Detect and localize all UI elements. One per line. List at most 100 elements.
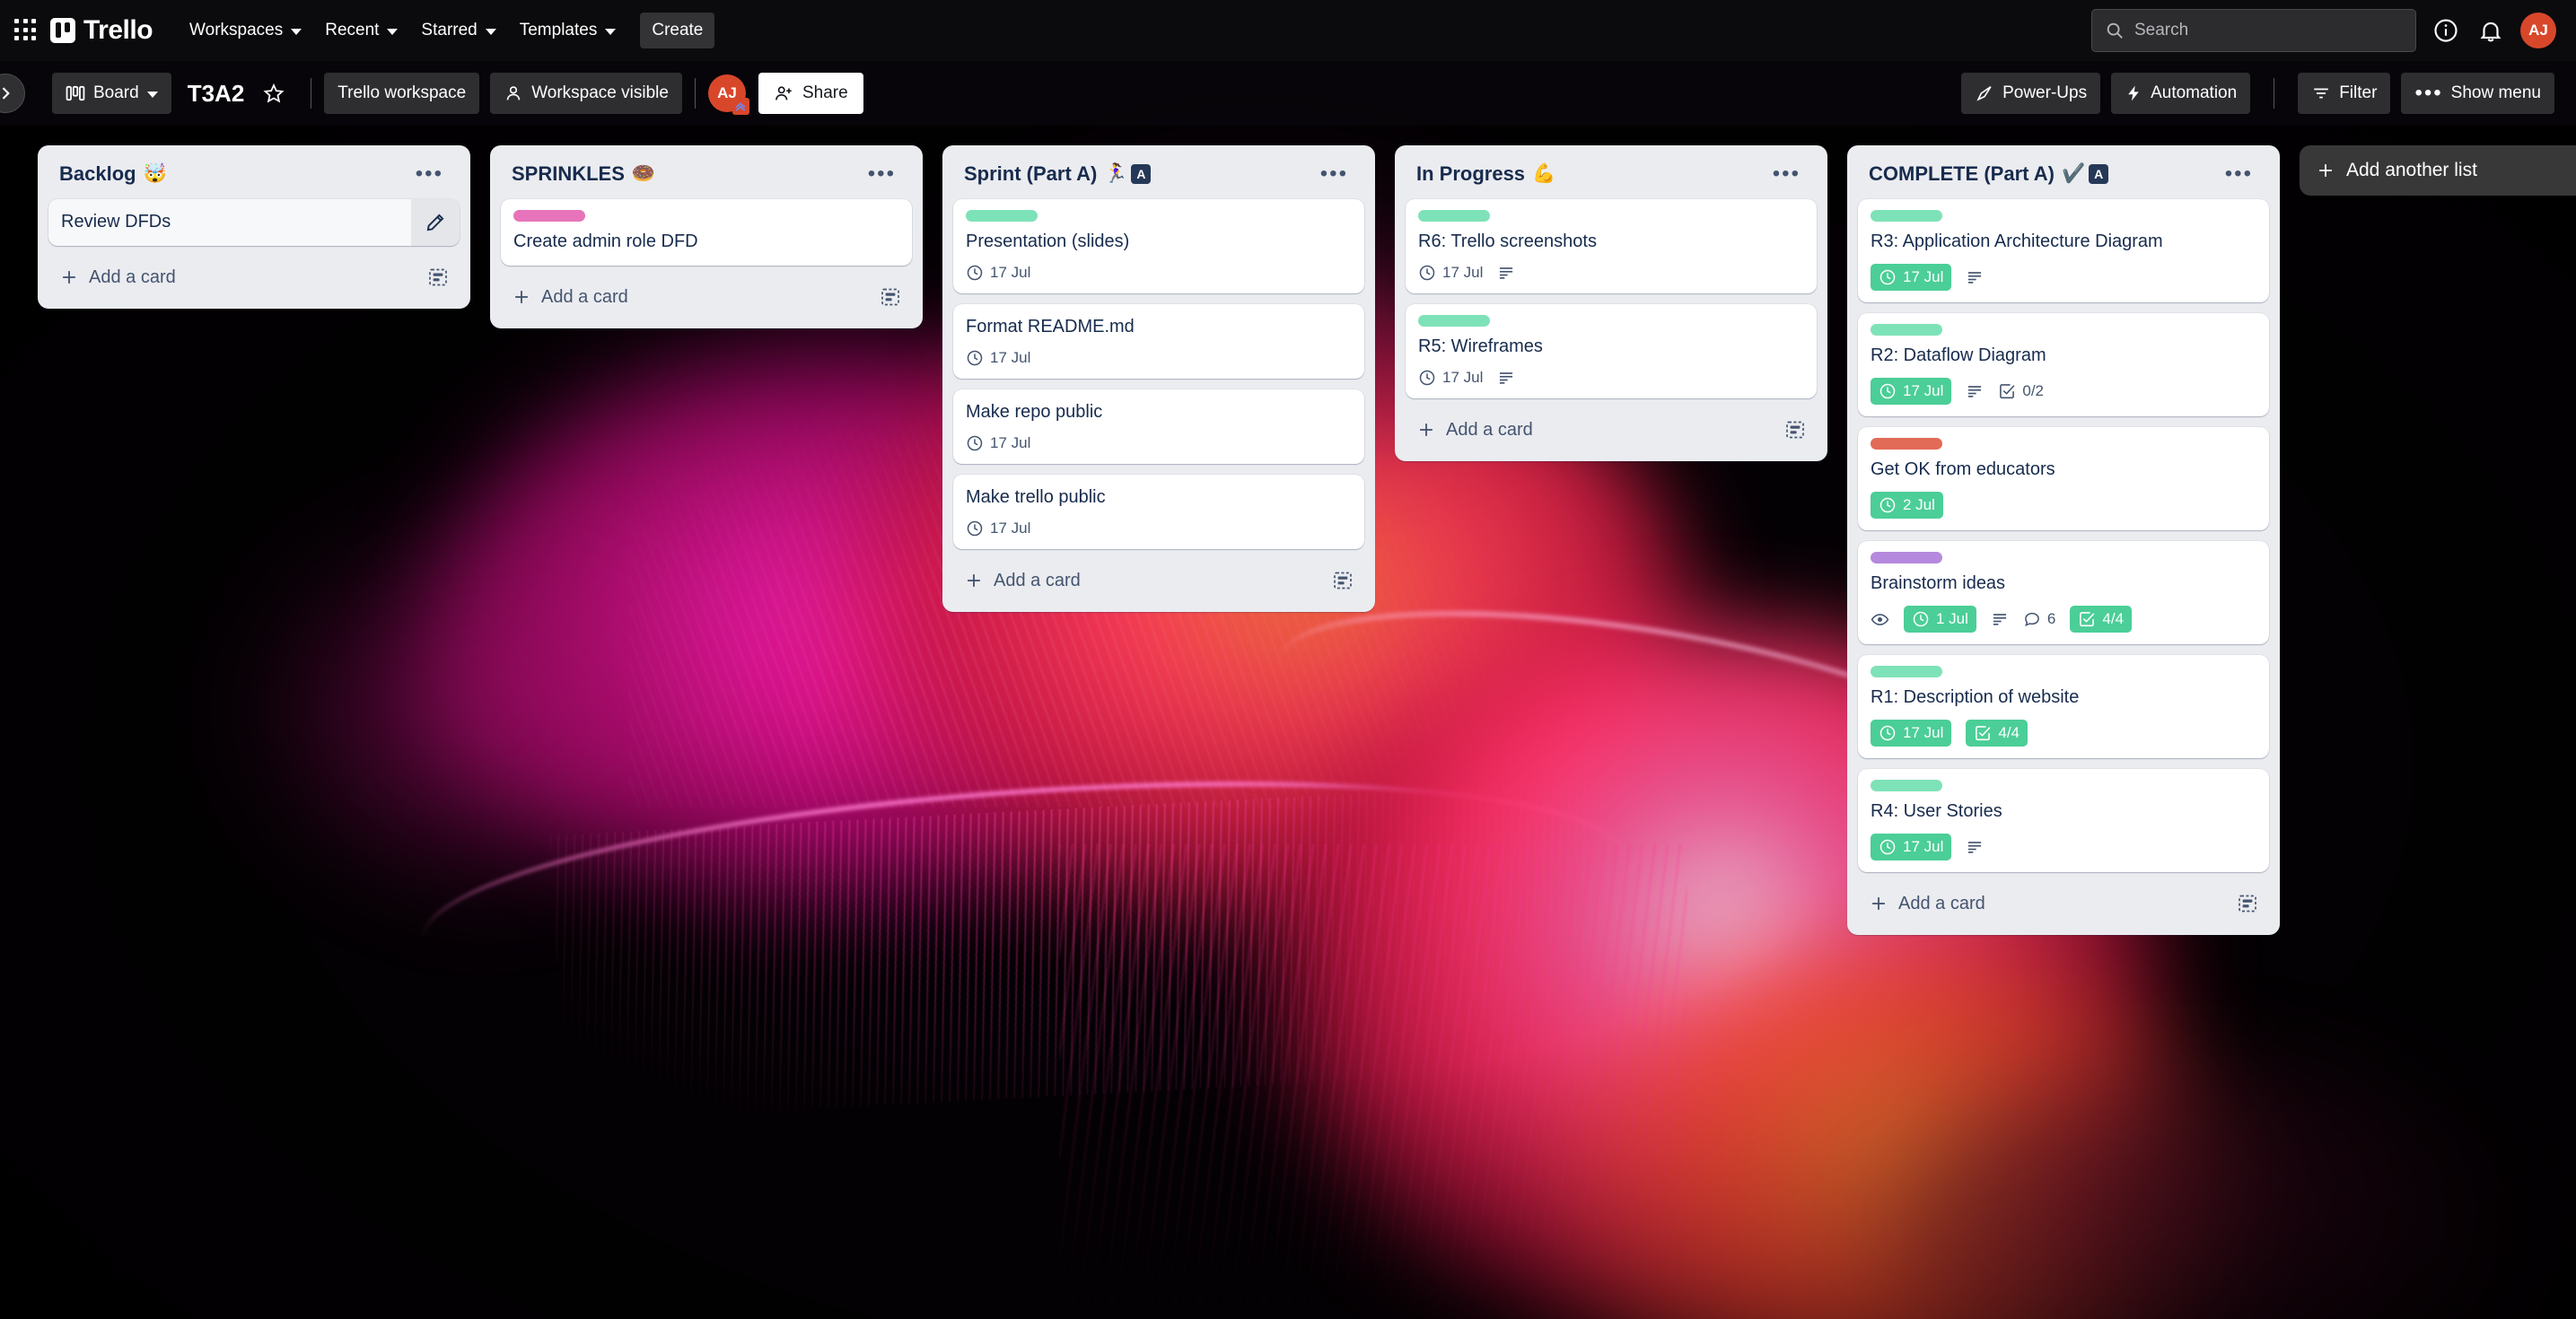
card-list: R3: Application Architecture Diagram 17 J… [1858, 188, 2269, 874]
card[interactable]: R3: Application Architecture Diagram 17 J… [1858, 199, 2269, 302]
info-circle-icon[interactable] [2431, 15, 2461, 46]
comment-icon [2024, 612, 2039, 626]
card[interactable]: R6: Trello screenshots 17 Jul [1406, 199, 1817, 293]
card-badge-watch [1871, 610, 1889, 629]
card-label[interactable] [1871, 666, 1942, 677]
plus-icon [968, 574, 980, 587]
list-title[interactable]: Sprint (Part A) [964, 162, 1097, 186]
create-from-template-button[interactable] [1784, 419, 1806, 441]
card-label[interactable] [1871, 780, 1942, 791]
card-badge-date: 17 Jul [1871, 720, 1952, 747]
card-badge-text: 1 Jul [1936, 610, 1968, 627]
trello-logo-text: Trello [83, 15, 153, 45]
create-button[interactable]: Create [640, 13, 715, 48]
chevron-down-icon [387, 28, 399, 35]
card-title: R5: Wireframes [1418, 336, 1543, 356]
card[interactable]: Format README.md 17 Jul [953, 304, 1364, 379]
list-title[interactable]: SPRINKLES [512, 162, 625, 186]
workspace-name-button[interactable]: Trello workspace [324, 73, 480, 114]
card-badge-text: 0/2 [2022, 382, 2045, 399]
list-title[interactable]: In Progress [1416, 162, 1525, 186]
list-actions-button[interactable]: ••• [2218, 162, 2260, 187]
checklist-icon [2000, 384, 2015, 399]
board-view-switcher[interactable]: Board [52, 73, 171, 114]
card-title: Brainstorm ideas [1871, 573, 2006, 593]
checklist-icon [2080, 612, 2095, 627]
filter-button[interactable]: Filter [2298, 73, 2391, 114]
search-input[interactable]: Search [2091, 9, 2416, 52]
create-from-template-button[interactable] [427, 266, 449, 288]
list-actions-button[interactable]: ••• [861, 162, 903, 187]
card-label[interactable] [1871, 324, 1942, 336]
card-title[interactable]: Review DFDs [48, 199, 411, 246]
add-another-list-button[interactable]: Add another list [2300, 145, 2576, 196]
list-title[interactable]: Backlog [59, 162, 136, 186]
clock-icon [967, 350, 983, 366]
add-a-card-button[interactable]: Add a card [48, 255, 460, 300]
card[interactable]: R4: User Stories 17 Jul [1858, 769, 2269, 872]
card[interactable]: R5: Wireframes 17 Jul [1406, 304, 1817, 398]
star-board-button[interactable] [250, 73, 298, 114]
card-inline-editor[interactable]: Review DFDs [48, 199, 460, 246]
card[interactable]: Brainstorm ideas 1 Jul 6 4/4 [1858, 541, 2269, 644]
description-icon [1500, 267, 1513, 279]
nav-item-workspaces[interactable]: Workspaces [178, 13, 313, 48]
app-switcher-icon[interactable] [14, 19, 38, 42]
card-title: Create admin role DFD [513, 231, 698, 251]
card-template-icon [1786, 421, 1804, 439]
card[interactable]: Make trello public 17 Jul [953, 475, 1364, 549]
list-title[interactable]: COMPLETE (Part A) [1869, 162, 2055, 186]
add-a-card-label: Add a card [1898, 893, 1985, 913]
board-member-avatar[interactable]: AJ [707, 74, 749, 115]
divider [694, 78, 696, 109]
add-a-card-button[interactable]: Add a card [953, 558, 1364, 603]
visibility-button[interactable]: Workspace visible [490, 73, 682, 114]
card-template-icon [1334, 572, 1352, 590]
nav-item-recent[interactable]: Recent [313, 13, 409, 48]
card-label[interactable] [1871, 552, 1942, 563]
card-label[interactable] [1418, 210, 1490, 222]
list-actions-button[interactable]: ••• [408, 162, 451, 187]
card-label[interactable] [966, 210, 1038, 222]
card[interactable]: R1: Description of website 17 Jul 4/4 [1858, 655, 2269, 758]
show-menu-button[interactable]: ••• Show menu [2401, 73, 2554, 114]
card-label[interactable] [1871, 210, 1942, 222]
filter-icon [2314, 88, 2328, 99]
list-actions-button[interactable]: ••• [1766, 162, 1808, 187]
list: Backlog 🤯 ••• Review DFDs Add a card [38, 145, 470, 309]
create-from-template-button[interactable] [1332, 570, 1354, 591]
card-badges: 17 Jul [1871, 834, 2256, 860]
sidebar-toggle-button[interactable] [0, 74, 25, 113]
power-ups-button[interactable]: Power-Ups [1961, 73, 2101, 114]
card-badge-checklist: 4/4 [2070, 606, 2133, 633]
trello-logo[interactable]: Trello [50, 15, 153, 46]
list-actions-button[interactable]: ••• [1313, 162, 1355, 187]
list-part-badge: A [1131, 164, 1152, 184]
clock-icon [967, 265, 983, 281]
avatar[interactable]: AJ [2520, 13, 2556, 48]
add-a-card-button[interactable]: Add a card [1858, 881, 2269, 926]
card[interactable]: Get OK from educators 2 Jul [1858, 427, 2269, 530]
create-from-template-button[interactable] [880, 286, 901, 308]
card-badge-description [1966, 382, 1984, 400]
page-title: T3A2 [187, 79, 245, 107]
nav-item-starred[interactable]: Starred [409, 13, 507, 48]
create-from-template-button[interactable] [2237, 893, 2258, 914]
card[interactable]: Create admin role DFD [501, 199, 912, 266]
card-label[interactable] [1418, 315, 1490, 327]
card[interactable]: Make repo public 17 Jul [953, 389, 1364, 464]
card-badges: 17 Jul [1418, 264, 1804, 282]
bell-icon[interactable] [2475, 15, 2506, 46]
card[interactable]: R2: Dataflow Diagram 17 Jul 0/2 [1858, 313, 2269, 416]
nav-item-templates[interactable]: Templates [508, 13, 628, 48]
card-label[interactable] [513, 210, 585, 222]
card-list: Review DFDs [48, 188, 460, 248]
search-icon [2107, 22, 2123, 39]
card-label[interactable] [1871, 438, 1942, 450]
edit-card-button[interactable] [411, 199, 460, 246]
add-a-card-button[interactable]: Add a card [1406, 407, 1817, 452]
card[interactable]: Presentation (slides) 17 Jul [953, 199, 1364, 293]
add-a-card-button[interactable]: Add a card [501, 275, 912, 319]
automation-button[interactable]: Automation [2111, 73, 2251, 114]
share-button[interactable]: Share [758, 73, 863, 114]
